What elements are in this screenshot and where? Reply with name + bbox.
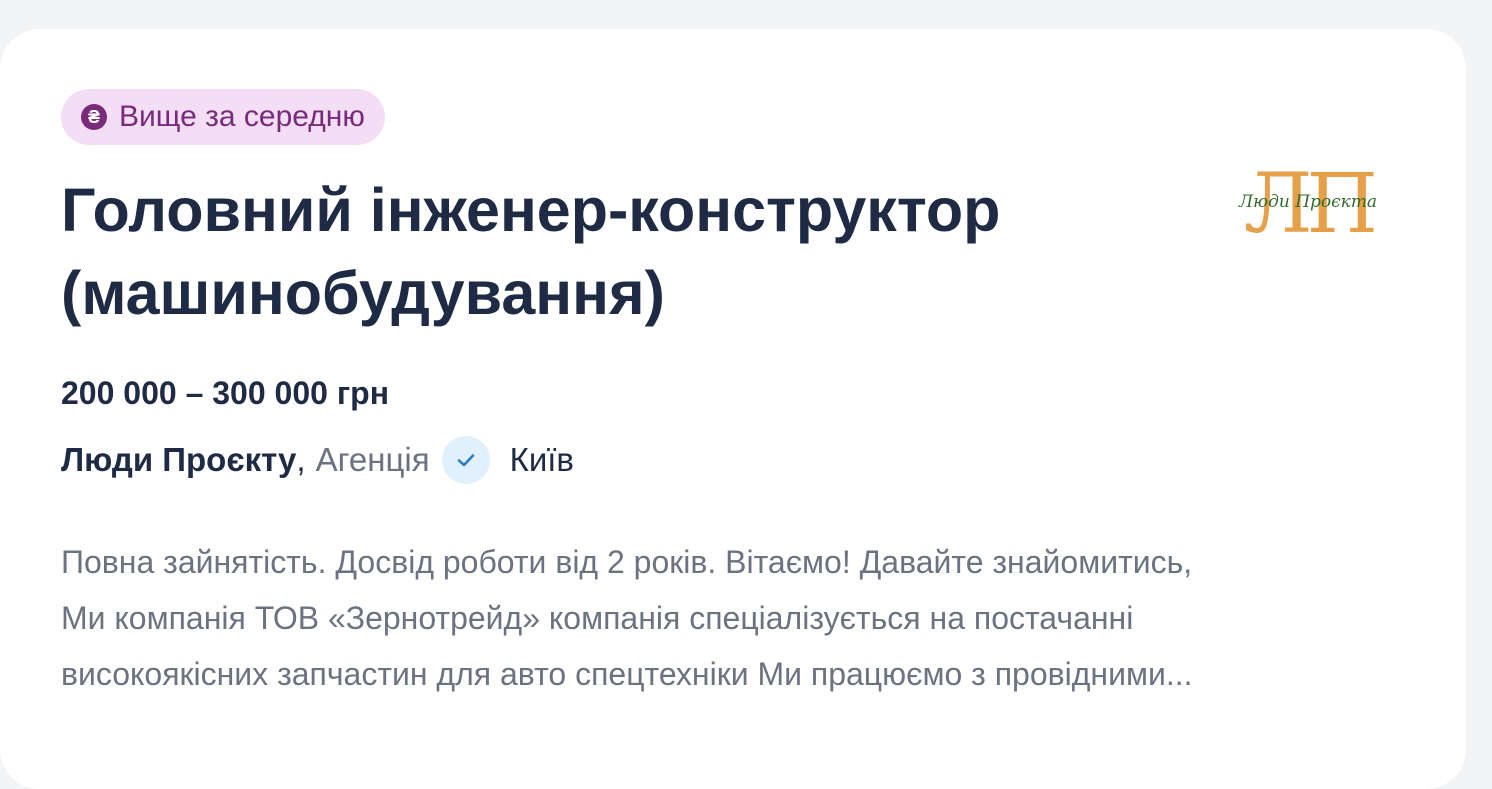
company-logo-script: Люди Проєкта (1238, 192, 1377, 212)
job-card[interactable]: ₴ Вище за середню Головний інженер-конст… (0, 29, 1466, 789)
salary-range: 200 000 – 300 000 грн (61, 375, 390, 411)
verified-badge (441, 436, 490, 484)
job-title[interactable]: Головний інженер-конструктор (машинобуду… (61, 169, 1161, 335)
description-line2: Ми компанія ТОВ «Зернотрейд» компанія сп… (61, 600, 1134, 636)
salary-badge: ₴ Вище за середню (61, 89, 385, 145)
job-description: Повна зайнятість. Досвід роботи від 2 ро… (61, 534, 1391, 702)
company-logo[interactable]: ЛП Люди Проєкта (1205, 159, 1410, 239)
company-info: Люди Проєкту , Агенція Київ (61, 433, 574, 487)
company-separator: , (296, 441, 306, 478)
check-icon (457, 454, 474, 467)
company-name-link[interactable]: Люди Проєкту (61, 441, 296, 479)
job-title-line2: (машинобудування) (61, 259, 665, 327)
salary-badge-label: Вище за середню (119, 100, 365, 133)
hryvnia-icon: ₴ (81, 104, 107, 130)
job-city: Київ (509, 441, 574, 478)
company-type: Агенція (315, 441, 430, 478)
description-line1: Повна зайнятість. Досвід роботи від 2 ро… (61, 544, 1193, 580)
description-line3: високоякісних запчастин для авто спецтех… (61, 656, 1193, 692)
job-title-line1: Головний інженер-конструктор (61, 176, 1001, 244)
